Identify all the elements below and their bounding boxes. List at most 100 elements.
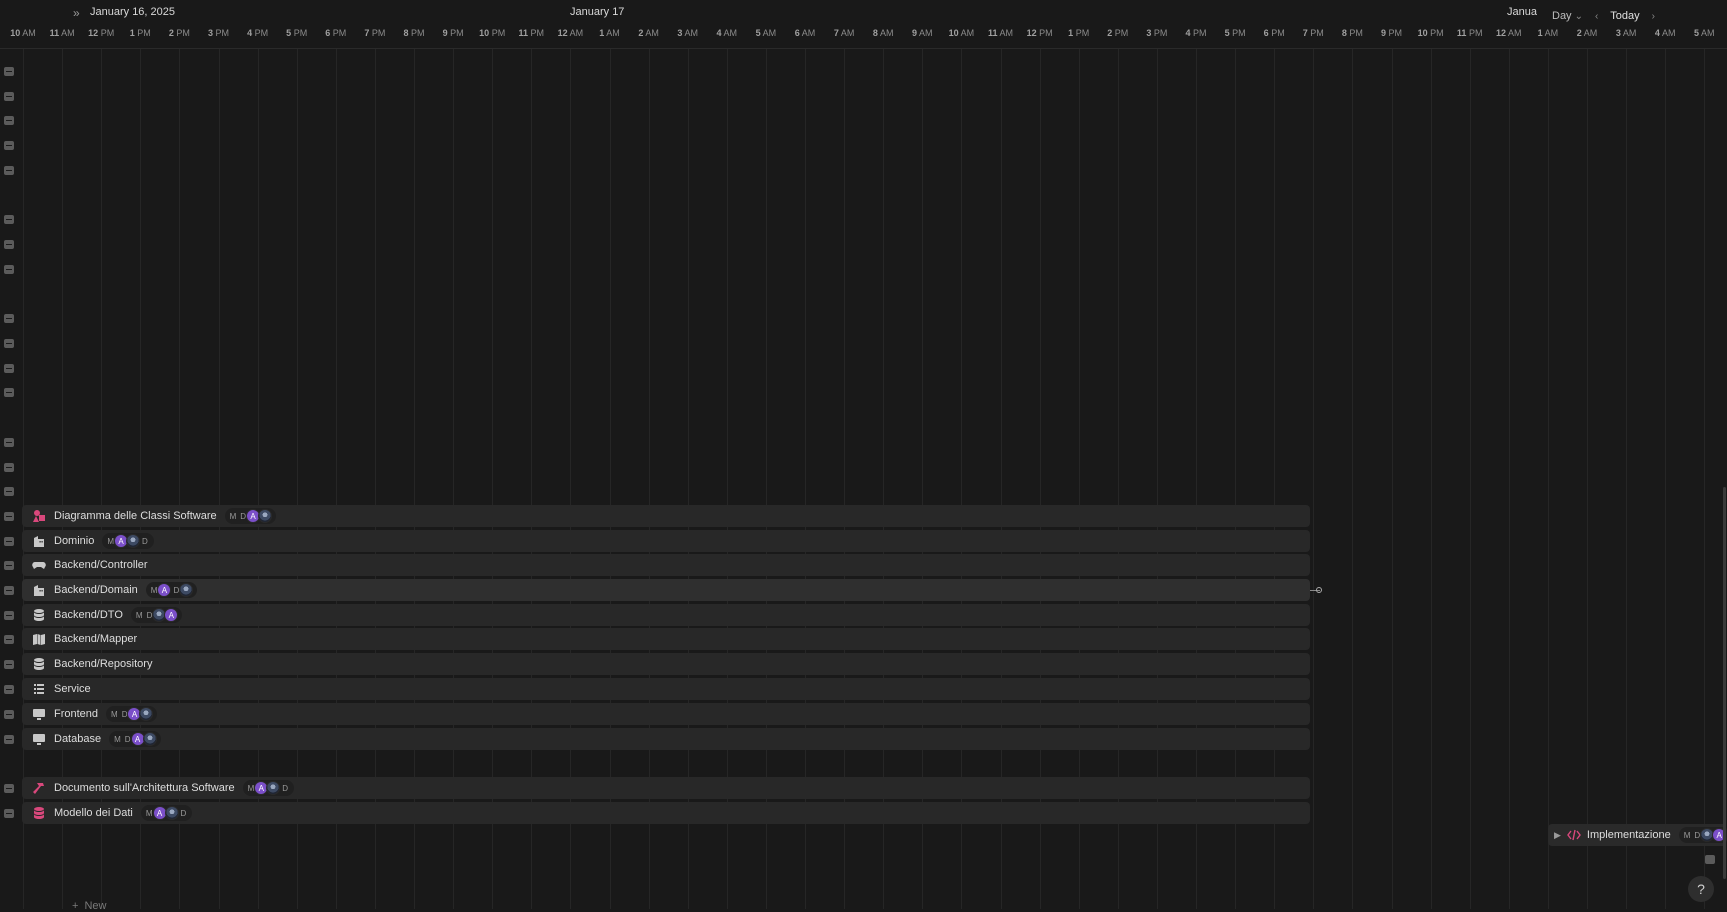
row-expand-button[interactable] [4, 660, 14, 669]
task-label: Dominio [54, 535, 95, 547]
task-label: Implementazione [1586, 829, 1671, 841]
assignee-initial: M [150, 585, 158, 595]
view-mode-label: Day [1552, 10, 1572, 22]
row-expand-button[interactable] [4, 611, 14, 620]
avatar: A [157, 583, 172, 597]
avatar [142, 732, 157, 746]
hour-tick-label: 7 PM [1302, 28, 1324, 38]
hour-tick-label: 3 AM [1615, 28, 1637, 38]
row-expand-button[interactable] [4, 710, 14, 719]
vertical-scrollbar[interactable] [1723, 487, 1726, 879]
hour-tick-label: 1 PM [1068, 28, 1090, 38]
hour-tick-label: 10 PM [1417, 28, 1444, 38]
hour-gridline [1313, 48, 1315, 909]
task-bar[interactable]: Database M D A [22, 728, 1310, 750]
row-expand-button[interactable] [4, 141, 14, 150]
task-bar[interactable]: Modello dei Dati M A D [22, 802, 1310, 824]
task-bar[interactable]: Documento sull'Architettura Software M A D [22, 777, 1310, 799]
row-expand-button[interactable] [4, 166, 14, 175]
task-bar-implementazione[interactable]: ▶ Implementazione MDA [1548, 824, 1727, 846]
row-expand-button[interactable] [4, 487, 14, 496]
row-expand-button[interactable] [4, 438, 14, 447]
task-label: Backend/Mapper [54, 633, 138, 645]
row-expand-button[interactable] [4, 116, 14, 125]
today-button[interactable]: Today [1610, 10, 1639, 22]
monitor-icon [32, 707, 46, 721]
assignees[interactable]: MAD [102, 533, 154, 549]
task-bar[interactable]: Backend/Repository [22, 653, 1310, 675]
hour-tick-label: 1 PM [129, 28, 151, 38]
avatar: A [164, 608, 179, 622]
task-label: Modello dei Dati [54, 807, 133, 819]
date-label-right: Janua [1507, 6, 1537, 18]
view-mode-dropdown[interactable]: Day ⌄ [1552, 10, 1583, 22]
hour-tick-label: 8 PM [1341, 28, 1363, 38]
assignee-initial: D [180, 808, 187, 818]
new-task-button[interactable]: + New [72, 900, 106, 912]
hour-tick-label: 9 PM [1380, 28, 1403, 38]
row-action-button[interactable] [1705, 855, 1715, 864]
expand-triangle-icon[interactable]: ▶ [1554, 830, 1561, 841]
hour-tick-label: 5 AM [1694, 28, 1715, 38]
row-expand-button[interactable] [4, 240, 14, 249]
collapse-sidebar-icon[interactable]: » [73, 7, 85, 19]
next-icon[interactable]: › [1652, 11, 1655, 22]
hour-gridline [1626, 48, 1628, 909]
hour-tick-label: 3 PM [1146, 28, 1168, 38]
row-expand-button[interactable] [4, 339, 14, 348]
assignees[interactable]: MAD [242, 780, 295, 796]
row-expand-button[interactable] [4, 635, 14, 644]
row-expand-button[interactable] [4, 265, 14, 274]
row-expand-button[interactable] [4, 809, 14, 818]
task-bar[interactable]: Backend/DTO M D A [22, 604, 1310, 626]
row-expand-button[interactable] [4, 388, 14, 397]
hour-tick-label: 10 PM [479, 28, 506, 38]
row-expand-button[interactable] [4, 735, 14, 744]
assignees[interactable]: MDA [224, 508, 277, 524]
task-bar[interactable]: Frontend M D A [22, 703, 1310, 725]
task-bar[interactable]: Backend/Domain M A D [22, 579, 1310, 601]
database-icon [32, 657, 46, 671]
assignees[interactable]: MDA [130, 607, 183, 623]
hour-tick-label: 1 AM [599, 28, 620, 38]
assignees[interactable]: MDA [109, 731, 161, 747]
hour-tick-label: 10 AM [948, 28, 975, 38]
date-label-mid: January 17 [570, 6, 625, 18]
task-bar[interactable]: Backend/Mapper [22, 628, 1310, 650]
task-bar[interactable]: Backend/Controller [22, 554, 1310, 576]
timeline-grid: Diagramma delle Classi Software M D A Domini… [0, 48, 1727, 909]
hour-gridline [1587, 48, 1588, 909]
row-expand-button[interactable] [4, 215, 14, 224]
task-bar[interactable]: Diagramma delle Classi Software M D A [22, 505, 1310, 527]
row-expand-button[interactable] [4, 537, 14, 546]
hour-tick-label: 6 PM [325, 28, 347, 38]
hour-tick-label: 6 PM [1263, 28, 1285, 38]
assignees[interactable]: MAD [140, 805, 193, 821]
row-expand-button[interactable] [4, 586, 14, 595]
timeline-header: » January 16, 2025 January 17 Janua Day ⌄… [0, 0, 1727, 49]
assignees[interactable]: MDA [106, 706, 158, 722]
help-button[interactable]: ? [1688, 876, 1714, 902]
assignees[interactable]: MAD [145, 582, 198, 598]
assignees[interactable]: MDA [1678, 827, 1727, 843]
row-expand-button[interactable] [4, 685, 14, 694]
row-expand-button[interactable] [4, 67, 14, 76]
hour-tick-label: 5 PM [286, 28, 308, 38]
task-bar[interactable]: Service [22, 678, 1310, 700]
task-bar[interactable]: Dominio M A D [22, 530, 1310, 552]
hour-tick-label: 9 PM [442, 28, 464, 38]
hour-tick-label: 8 PM [403, 28, 425, 38]
row-expand-button[interactable] [4, 561, 14, 570]
row-expand-button[interactable] [4, 784, 14, 793]
dependency-handle[interactable] [1316, 587, 1322, 593]
row-expand-button[interactable] [4, 463, 14, 472]
hour-tick-label: 12 PM [1026, 28, 1053, 38]
hour-gridline [1352, 48, 1354, 909]
previous-icon[interactable]: ‹ [1595, 11, 1598, 22]
hour-tick-label: 5 AM [755, 28, 777, 38]
row-expand-button[interactable] [4, 512, 14, 521]
row-expand-button[interactable] [4, 92, 14, 101]
assignee-initial: D [124, 734, 131, 744]
row-expand-button[interactable] [4, 364, 14, 373]
row-expand-button[interactable] [4, 314, 14, 323]
